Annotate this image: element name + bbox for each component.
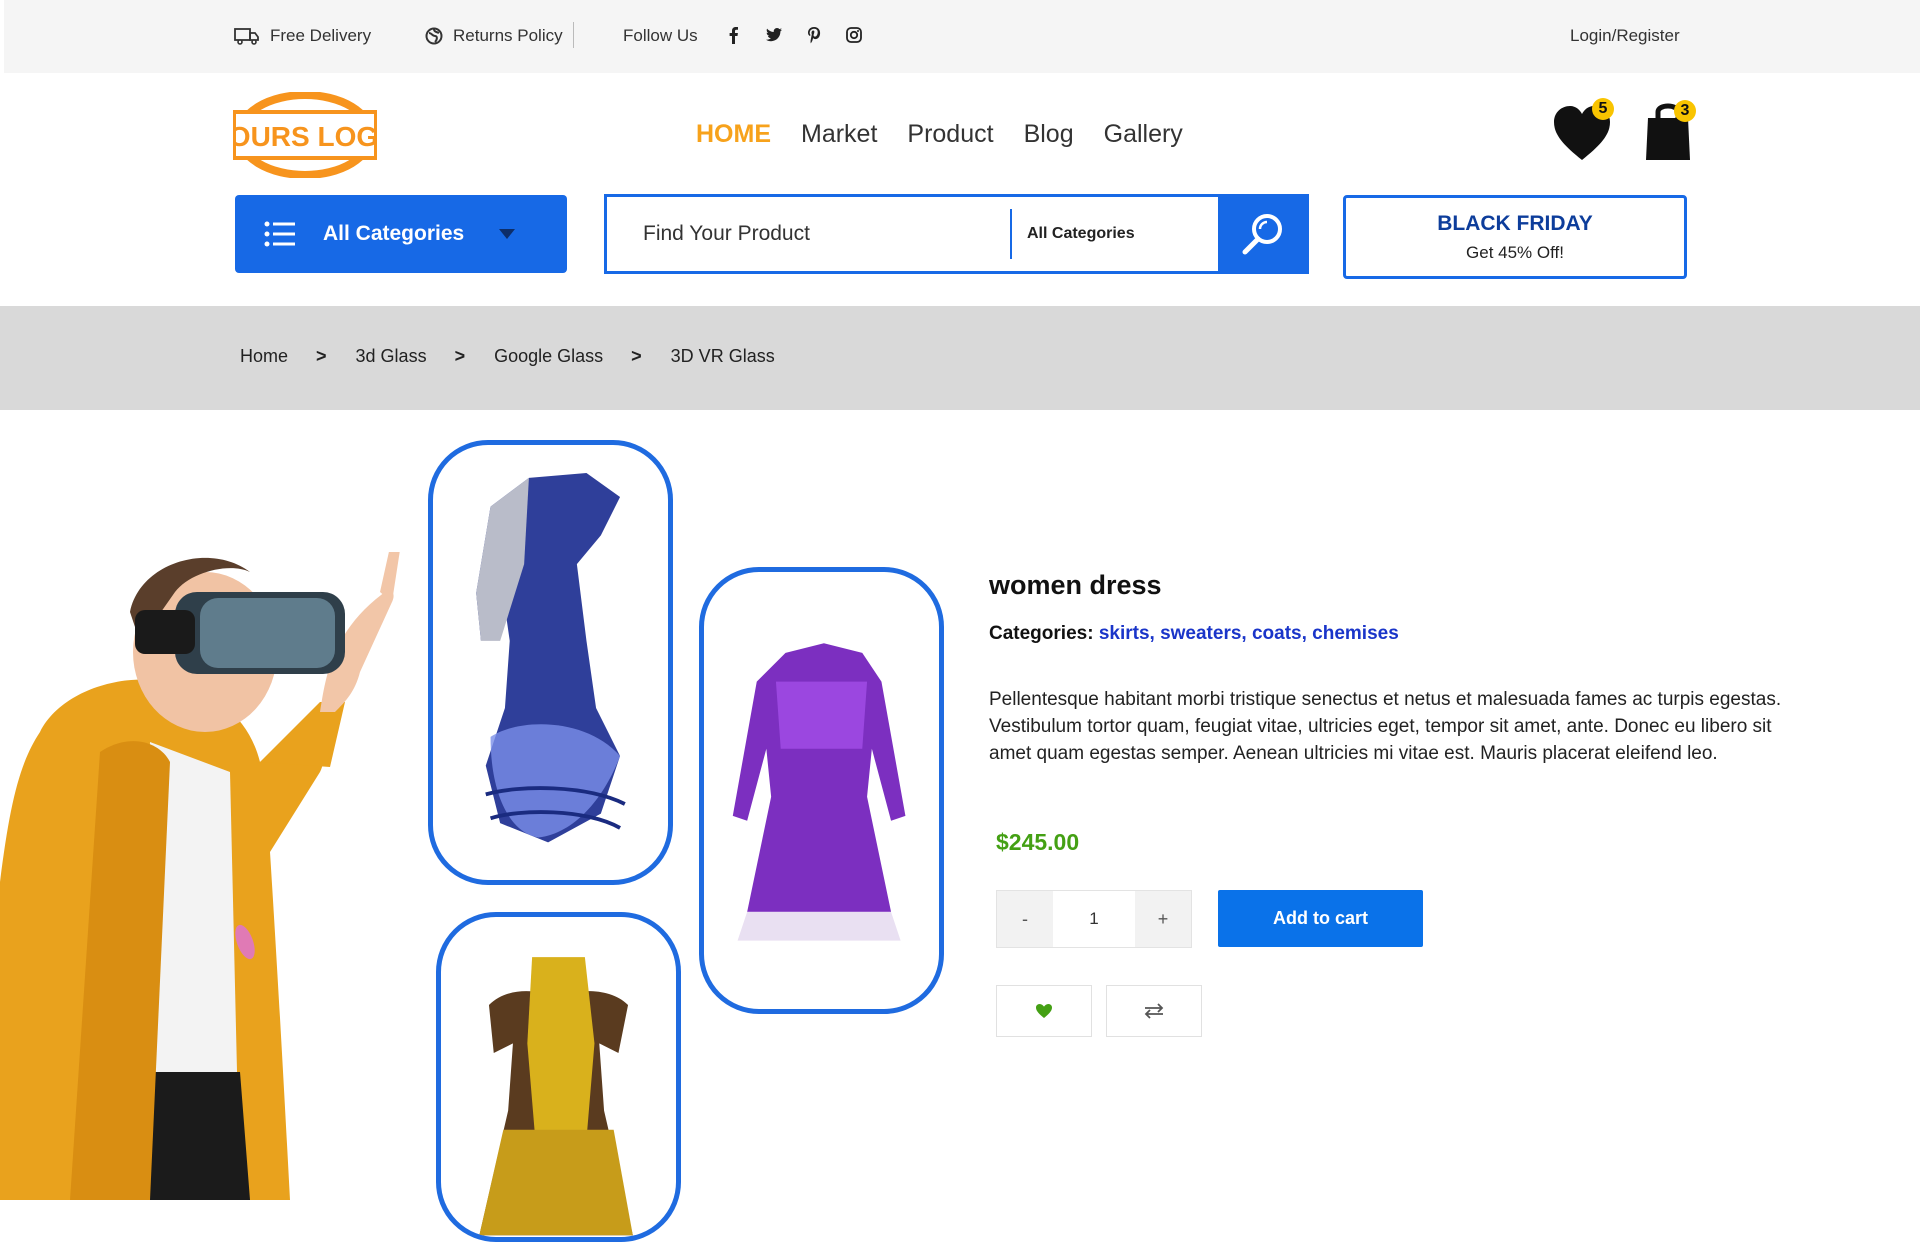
facebook-icon[interactable] — [725, 26, 743, 44]
breadcrumb-separator: > — [454, 346, 466, 366]
globe-icon — [425, 27, 443, 45]
breadcrumb-separator: > — [631, 346, 642, 366]
product-thumbnail-purple-dress[interactable] — [699, 567, 944, 1014]
caret-down-icon — [499, 229, 515, 239]
twitter-icon[interactable] — [765, 26, 783, 44]
site-logo[interactable]: YOURS LOGO — [210, 91, 400, 179]
breadcrumb-home[interactable]: Home — [240, 346, 288, 367]
search-category-select[interactable]: All Categories — [1027, 225, 1135, 243]
search-input[interactable] — [643, 197, 1003, 271]
breadcrumb-separator: > — [316, 346, 327, 366]
divider — [573, 22, 574, 48]
promo-title: BLACK FRIDAY — [1437, 212, 1593, 235]
cart-count-badge: 3 — [1674, 100, 1696, 122]
quantity-increase-button[interactable]: + — [1135, 891, 1191, 947]
instagram-icon[interactable] — [845, 26, 863, 44]
social-links — [725, 26, 863, 44]
breadcrumb-3d-vr-glass: 3D VR Glass — [670, 346, 775, 366]
all-categories-label: All Categories — [323, 222, 465, 245]
nav-market[interactable]: Market — [801, 120, 877, 149]
vr-headset-model-image — [0, 541, 415, 1200]
add-to-wishlist-button[interactable] — [996, 985, 1092, 1037]
nav-home[interactable]: HOME — [696, 120, 771, 149]
breadcrumb-bar: Home > 3d Glass > Google Glass > 3D VR G… — [0, 306, 1920, 410]
free-delivery-label: Free Delivery — [270, 26, 372, 45]
breadcrumb-3d-glass[interactable]: 3d Glass — [356, 346, 427, 367]
list-icon — [264, 221, 295, 247]
nav-gallery[interactable]: Gallery — [1104, 120, 1183, 149]
all-categories-dropdown[interactable]: All Categories — [235, 195, 567, 273]
product-price: $245.00 — [996, 829, 1080, 855]
wishlist-button[interactable]: 5 — [1552, 98, 1616, 164]
pinterest-icon[interactable] — [805, 26, 823, 44]
heart-icon — [1036, 1004, 1052, 1018]
top-bar: Free Delivery Returns Policy Follow Us L… — [4, 0, 1920, 73]
search-icon — [1242, 214, 1282, 255]
cart-button[interactable]: 3 — [1644, 96, 1698, 164]
add-to-cart-button[interactable]: Add to cart — [1218, 890, 1423, 947]
categories-label: Categories: — [989, 623, 1094, 644]
product-thumbnail-blue-dress[interactable] — [428, 440, 673, 885]
search-button[interactable] — [1218, 194, 1309, 274]
promo-subtitle: Get 45% Off! — [1466, 243, 1564, 262]
login-register-link[interactable]: Login/Register — [1570, 26, 1680, 46]
quantity-decrease-button[interactable]: - — [997, 891, 1053, 947]
nav-product[interactable]: Product — [907, 120, 993, 149]
truck-icon — [234, 28, 259, 45]
free-delivery[interactable]: Free Delivery — [234, 26, 371, 46]
returns-policy[interactable]: Returns Policy — [425, 26, 563, 46]
product-title: women dress — [989, 570, 1162, 600]
follow-us-text: Follow Us — [623, 26, 698, 45]
swap-arrows-icon — [1144, 1003, 1164, 1019]
quantity-value[interactable]: 1 — [1053, 891, 1135, 947]
wishlist-count-badge: 5 — [1592, 98, 1614, 120]
search-bar: All Categories — [604, 194, 1309, 274]
categories-links[interactable]: skirts, sweaters, coats, chemises — [1099, 623, 1399, 644]
product-thumbnail-gold-dress[interactable] — [436, 912, 681, 1242]
search-divider — [1010, 209, 1012, 259]
product-description: Pellentesque habitant morbi tristique se… — [989, 689, 1782, 764]
breadcrumb-google-glass[interactable]: Google Glass — [494, 346, 603, 367]
logo-text: YOURS LOGO — [233, 121, 377, 152]
black-friday-promo[interactable]: BLACK FRIDAY Get 45% Off! — [1343, 195, 1687, 279]
returns-policy-label: Returns Policy — [453, 26, 563, 45]
quantity-stepper: - 1 + — [996, 890, 1192, 948]
product-categories: Categories: skirts, sweaters, coats, che… — [989, 623, 1399, 645]
compare-button[interactable] — [1106, 985, 1202, 1037]
nav-blog[interactable]: Blog — [1024, 120, 1074, 149]
breadcrumb: Home > 3d Glass > Google Glass > 3D VR G… — [240, 346, 803, 367]
main-nav: HOME Market Product Blog Gallery — [696, 120, 1183, 149]
follow-us-label: Follow Us — [623, 26, 698, 46]
